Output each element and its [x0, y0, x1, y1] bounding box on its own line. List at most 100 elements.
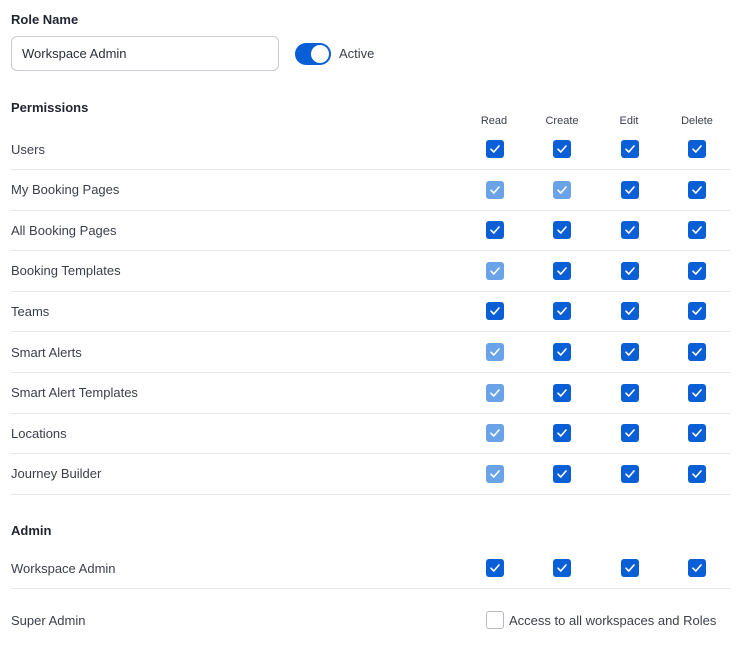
checkbox-create[interactable] — [553, 559, 571, 577]
checkmark-icon — [490, 348, 500, 356]
checkbox-read[interactable] — [486, 221, 504, 240]
checkbox-create[interactable] — [553, 343, 571, 361]
checkmark-icon — [625, 145, 635, 153]
checkmark-icon — [692, 145, 702, 153]
super-admin-checkbox[interactable] — [486, 611, 504, 629]
checkmark-icon — [625, 564, 635, 572]
checkmark-icon — [557, 429, 567, 437]
checkmark-icon — [625, 307, 635, 316]
checkbox-delete[interactable] — [688, 180, 706, 199]
checkbox-delete[interactable] — [688, 221, 706, 240]
permission-row: Teams — [11, 291, 730, 333]
checkmark-icon — [557, 226, 567, 234]
column-header-read: Read — [480, 115, 508, 127]
column-header-delete: Delete — [681, 115, 713, 127]
checkbox-read[interactable] — [486, 424, 504, 443]
checkbox-create[interactable] — [553, 180, 571, 199]
checkbox-edit[interactable] — [621, 221, 639, 240]
permissions-heading: Permissions — [11, 100, 89, 115]
checkmark-icon — [692, 429, 702, 437]
checkmark-icon — [557, 388, 567, 397]
checkbox-create[interactable] — [553, 424, 571, 443]
checkbox-read[interactable] — [486, 180, 504, 199]
row-label: All Booking Pages — [11, 222, 117, 238]
checkmark-icon — [490, 226, 500, 234]
checkbox-read[interactable] — [486, 559, 504, 577]
checkmark-icon — [490, 307, 500, 316]
checkbox-read[interactable] — [486, 302, 504, 321]
checkbox-create[interactable] — [553, 302, 571, 321]
checkmark-icon — [692, 307, 702, 316]
row-label: Booking Templates — [11, 263, 121, 279]
checkbox-edit[interactable] — [621, 559, 639, 577]
checkbox-edit[interactable] — [621, 424, 639, 443]
checkbox-delete[interactable] — [688, 343, 706, 361]
checkmark-icon — [557, 145, 567, 153]
checkmark-icon — [490, 564, 500, 572]
checkmark-icon — [692, 226, 702, 234]
checkmark-icon — [557, 307, 567, 316]
checkbox-delete[interactable] — [688, 424, 706, 443]
role-name-input[interactable] — [11, 36, 279, 71]
checkbox-create[interactable] — [553, 261, 571, 280]
checkbox-delete[interactable] — [688, 302, 706, 321]
permission-row: Locations — [11, 413, 730, 455]
row-label: Super Admin — [11, 612, 86, 628]
checkmark-icon — [625, 226, 635, 234]
checkmark-icon — [625, 185, 635, 194]
checkbox-edit[interactable] — [621, 261, 639, 280]
toggle-knob — [311, 45, 329, 63]
admin-heading: Admin — [11, 523, 52, 538]
checkbox-delete[interactable] — [688, 261, 706, 280]
checkbox-read[interactable] — [486, 464, 504, 483]
checkmark-icon — [557, 185, 567, 194]
checkbox-delete[interactable] — [688, 559, 706, 577]
permission-row: All Booking Pages — [11, 210, 730, 252]
checkbox-delete[interactable] — [688, 140, 706, 158]
checkmark-icon — [557, 469, 567, 478]
checkbox-create[interactable] — [553, 221, 571, 240]
checkbox-edit[interactable] — [621, 343, 639, 361]
active-toggle-label: Active — [339, 46, 375, 61]
active-toggle[interactable] — [295, 43, 331, 65]
checkmark-icon — [625, 266, 635, 275]
permission-row: My Booking Pages — [11, 170, 730, 211]
checkbox-read[interactable] — [486, 261, 504, 280]
row-label: Users — [11, 141, 45, 157]
checkbox-read[interactable] — [486, 343, 504, 361]
permission-row: Smart Alert Templates — [11, 373, 730, 414]
checkmark-icon — [557, 266, 567, 275]
checkmark-icon — [490, 185, 500, 194]
row-label: Smart Alert Templates — [11, 385, 138, 401]
checkmark-icon — [490, 469, 500, 478]
admin-row-super-admin: Super Admin Access to all workspaces and… — [11, 600, 730, 640]
row-label: Journey Builder — [11, 466, 102, 482]
checkbox-edit[interactable] — [621, 140, 639, 158]
checkbox-create[interactable] — [553, 464, 571, 483]
checkmark-icon — [692, 469, 702, 478]
checkbox-edit[interactable] — [621, 383, 639, 402]
checkmark-icon — [490, 429, 500, 437]
row-label: Workspace Admin — [11, 560, 116, 576]
checkbox-edit[interactable] — [621, 302, 639, 321]
checkmark-icon — [490, 145, 500, 153]
checkmark-icon — [692, 564, 702, 572]
permission-row: Users — [11, 129, 730, 170]
checkmark-icon — [625, 388, 635, 397]
super-admin-checkbox-label: Access to all workspaces and Roles — [509, 612, 717, 628]
checkbox-edit[interactable] — [621, 464, 639, 483]
checkbox-edit[interactable] — [621, 180, 639, 199]
column-header-create: Create — [545, 115, 579, 127]
checkbox-create[interactable] — [553, 383, 571, 402]
checkbox-create[interactable] — [553, 140, 571, 158]
checkbox-delete[interactable] — [688, 383, 706, 402]
row-label: Locations — [11, 425, 67, 441]
admin-row-workspace-admin: Workspace Admin — [11, 548, 730, 589]
role-name-label: Role Name — [11, 12, 79, 27]
checkbox-read[interactable] — [486, 383, 504, 402]
checkbox-read[interactable] — [486, 140, 504, 158]
permission-row: Smart Alerts — [11, 332, 730, 373]
column-header-edit: Edit — [619, 115, 639, 127]
checkbox-delete[interactable] — [688, 464, 706, 483]
checkmark-icon — [692, 348, 702, 356]
